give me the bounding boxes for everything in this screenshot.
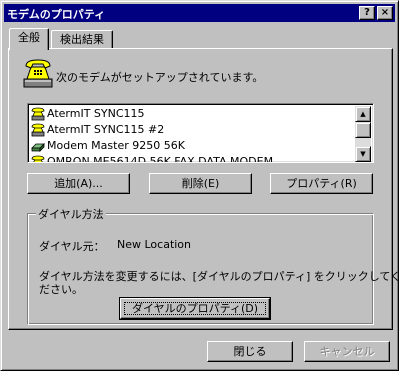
modems-heading: 次のモデムがセットアップされています。	[56, 71, 264, 84]
list-item[interactable]: Modem Master 9250 56K	[30, 138, 354, 154]
phone-modem-icon	[31, 155, 45, 162]
modem-name: OMRON ME5614D 56K FAX DATA MODEM	[47, 155, 274, 163]
dialing-properties-button[interactable]: ダイヤルのプロパティ(D)	[119, 297, 271, 320]
close-window-button[interactable]: ×	[377, 6, 393, 20]
dialing-from-label: ダイヤル元：	[39, 240, 105, 253]
remove-modem-button[interactable]: 削除(E)	[149, 173, 252, 194]
modem-name: Modem Master 9250 56K	[47, 139, 185, 152]
modem-properties-window: モデムのプロパティ ? × 全般 検出結果 次のモデムがセットアップされています…	[0, 0, 399, 371]
tab-general[interactable]: 全般	[9, 28, 49, 50]
dialing-from-value: New Location	[117, 238, 192, 251]
list-item[interactable]: AtermIT SYNC115 #2	[30, 122, 354, 138]
dialing-instruction-line2: ださい。	[39, 283, 83, 296]
scroll-up-arrow-icon[interactable]: ▲	[355, 106, 371, 122]
list-item[interactable]: AtermIT SYNC115	[30, 106, 354, 122]
tab-detection-results-label: 検出結果	[60, 33, 104, 46]
phone-modem-icon	[31, 123, 45, 137]
tab-detection-results[interactable]: 検出結果	[51, 30, 113, 50]
add-modem-button[interactable]: 追加(A)...	[27, 173, 130, 194]
external-modem-icon	[31, 139, 45, 153]
telephone-modem-icon	[22, 57, 54, 89]
dialing-group-label: ダイヤル方法	[36, 206, 106, 222]
scroll-thumb[interactable]	[355, 122, 371, 138]
modem-list-scrollbar[interactable]: ▲ ▼	[355, 106, 371, 162]
general-tab-panel: 次のモデムがセットアップされています。 AtermIT SYNC115 Ater…	[8, 48, 399, 330]
scroll-down-arrow-icon[interactable]: ▼	[355, 146, 371, 162]
dialing-preferences-group: ダイヤル方法 ダイヤル元： New Location ダイヤル方法を変更するには…	[27, 206, 399, 325]
list-item[interactable]: OMRON ME5614D 56K FAX DATA MODEM	[30, 154, 354, 163]
close-button[interactable]: 閉じる	[207, 341, 293, 362]
modem-properties-button[interactable]: プロパティ(R)	[270, 173, 373, 194]
focus-ring	[124, 302, 266, 315]
window-title: モデムのプロパティ	[7, 8, 106, 21]
modem-name: AtermIT SYNC115 #2	[47, 123, 165, 136]
modem-list[interactable]: AtermIT SYNC115 AtermIT SYNC115 #2 Modem…	[27, 103, 374, 163]
help-button[interactable]: ?	[359, 6, 375, 20]
modem-name: AtermIT SYNC115	[47, 107, 145, 120]
dialing-instruction-line1: ダイヤル方法を変更するには、[ダイヤルのプロパティ] をクリックしてく	[39, 270, 399, 283]
phone-modem-icon	[31, 107, 45, 121]
cancel-button: キャンセル	[304, 341, 390, 362]
tab-general-label: 全般	[18, 31, 40, 44]
title-bar[interactable]: モデムのプロパティ ? ×	[4, 4, 395, 22]
